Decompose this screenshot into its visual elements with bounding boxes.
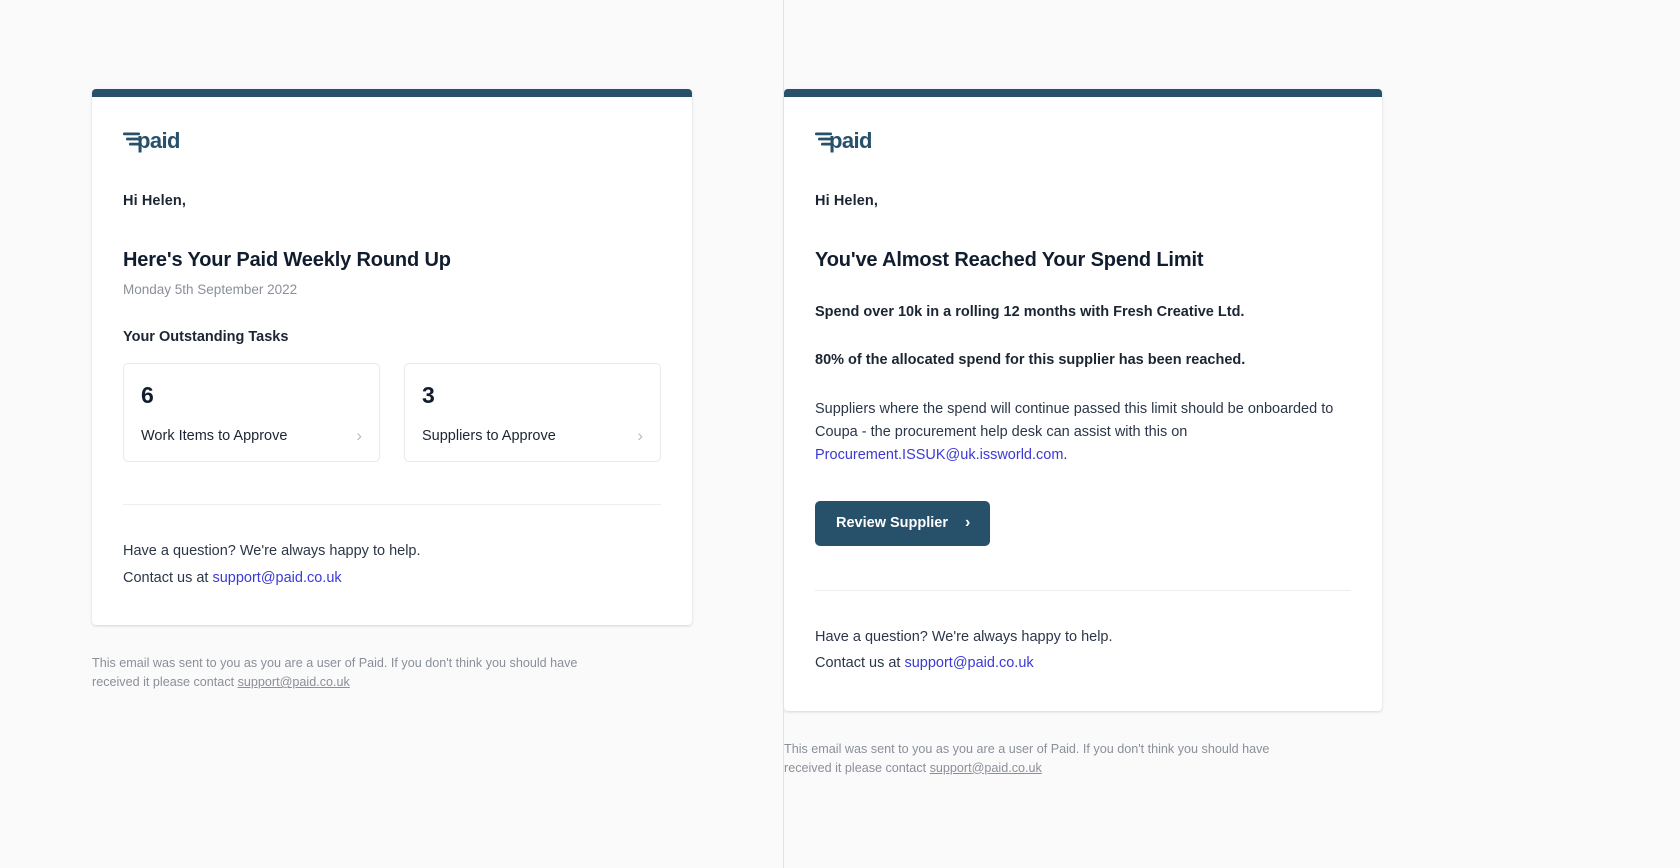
stat-label: Suppliers to Approve — [422, 427, 556, 444]
email-date: Monday 5th September 2022 — [123, 282, 298, 297]
stat-label: Work Items to Approve — [141, 427, 288, 444]
pane-divider — [783, 0, 784, 868]
paid-logo: paid — [815, 127, 1351, 153]
stat-footer: Suppliers to Approve › — [422, 427, 643, 444]
email-headline: You've Almost Reached Your Spend Limit — [815, 249, 1204, 271]
help-contact-line: Contact us at support@paid.co.uk — [815, 650, 1351, 676]
email-disclaimer: This email was sent to you as you are a … — [784, 740, 1304, 778]
spend-limit-email: paid Hi Helen, You've Almost Reached You… — [784, 89, 1382, 778]
procurement-email-link[interactable]: Procurement.ISSUK@uk.issworld.com — [815, 447, 1063, 463]
stat-value: 6 — [141, 382, 154, 408]
email-card: paid Hi Helen, Here's Your Paid Weekly R… — [92, 89, 692, 626]
help-question-text: Have a question? We're always happy to h… — [123, 543, 421, 560]
card-accent-bar — [92, 89, 692, 97]
email-card-body: paid Hi Helen, You've Almost Reached You… — [784, 97, 1382, 711]
stat-footer: Work Items to Approve › — [141, 427, 362, 444]
instructions-prefix: Suppliers where the spend will continue … — [815, 401, 1334, 440]
svg-text:paid: paid — [137, 128, 180, 153]
review-supplier-button[interactable]: Review Supplier › — [815, 500, 991, 546]
greeting-text: Hi Helen, — [123, 193, 186, 209]
stat-card-row: 6 Work Items to Approve › 3 Suppliers to… — [123, 363, 661, 463]
paid-logo-icon: paid — [123, 128, 180, 153]
help-contact-line: Contact us at support@paid.co.uk — [123, 565, 661, 591]
help-question-text: Have a question? We're always happy to h… — [815, 628, 1113, 645]
footer-divider — [123, 504, 661, 506]
email-disclaimer: This email was sent to you as you are a … — [92, 654, 620, 692]
paid-logo-icon: paid — [815, 128, 872, 153]
svg-text:paid: paid — [829, 128, 872, 153]
email-card: paid Hi Helen, You've Almost Reached You… — [784, 89, 1382, 711]
section-title-outstanding-tasks: Your Outstanding Tasks — [123, 329, 289, 345]
right-email-pane: paid Hi Helen, You've Almost Reached You… — [783, 0, 1680, 868]
greeting-text: Hi Helen, — [815, 193, 878, 209]
disclaimer-support-email-link[interactable]: support@paid.co.uk — [930, 761, 1042, 775]
footer-divider — [815, 589, 1351, 591]
email-card-body: paid Hi Helen, Here's Your Paid Weekly R… — [92, 97, 692, 625]
review-supplier-button-label: Review Supplier — [836, 514, 949, 531]
disclaimer-support-email-link[interactable]: support@paid.co.uk — [238, 675, 350, 689]
stat-card-suppliers[interactable]: 3 Suppliers to Approve › — [404, 363, 661, 463]
chevron-right-icon: › — [965, 513, 971, 531]
spend-percentage-text: 80% of the allocated spend for this supp… — [815, 352, 1246, 369]
left-email-pane: paid Hi Helen, Here's Your Paid Weekly R… — [0, 0, 783, 868]
stat-card-work-items[interactable]: 6 Work Items to Approve › — [123, 363, 380, 463]
email-headline: Here's Your Paid Weekly Round Up — [123, 249, 451, 271]
support-email-link[interactable]: support@paid.co.uk — [904, 655, 1033, 671]
chevron-right-icon[interactable]: › — [348, 427, 362, 444]
help-contact-prefix: Contact us at — [123, 569, 213, 586]
instructions-suffix: . — [1063, 446, 1068, 463]
paid-logo: paid — [123, 127, 661, 153]
email-preview-screen: paid Hi Helen, Here's Your Paid Weekly R… — [0, 0, 1680, 868]
stat-value: 3 — [422, 382, 435, 408]
onboarding-instructions-text: Suppliers where the spend will continue … — [815, 398, 1351, 467]
support-email-link[interactable]: support@paid.co.uk — [212, 570, 341, 586]
help-contact-prefix: Contact us at — [815, 655, 905, 672]
spend-summary-text: Spend over 10k in a rolling 12 months wi… — [815, 304, 1245, 320]
card-accent-bar — [784, 89, 1382, 97]
chevron-right-icon[interactable]: › — [629, 427, 643, 444]
weekly-round-up-email: paid Hi Helen, Here's Your Paid Weekly R… — [92, 89, 692, 692]
